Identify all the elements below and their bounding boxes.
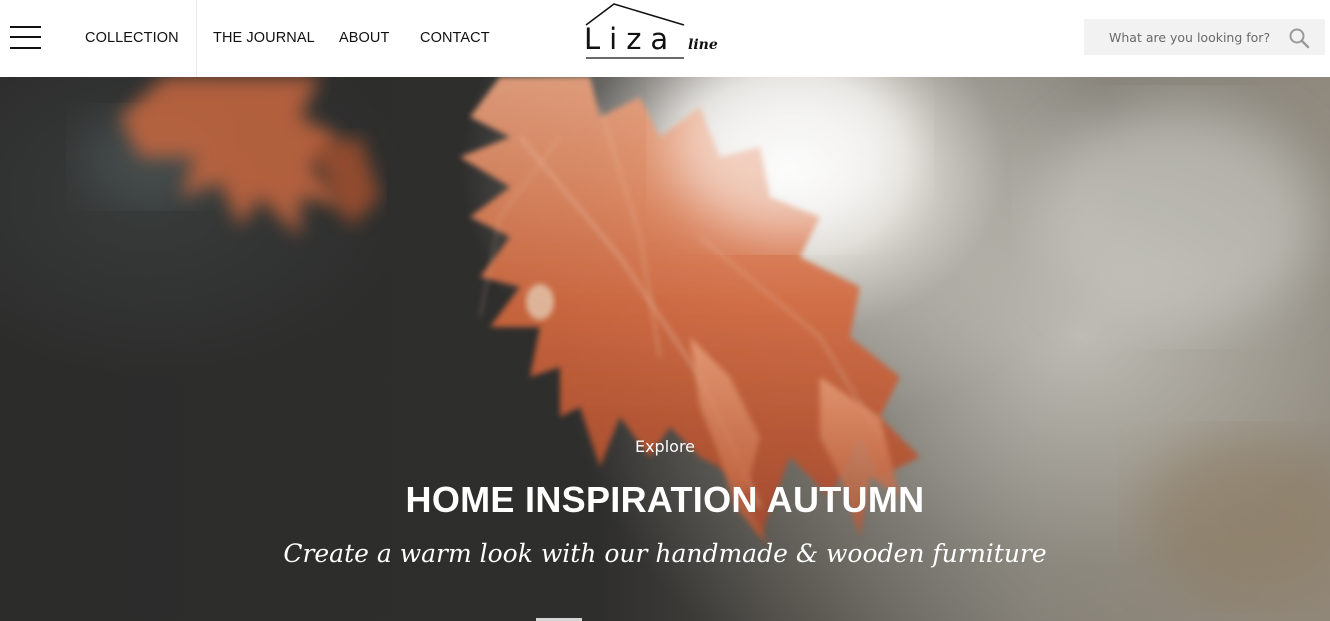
nav-collection-link[interactable]: COLLECTION — [85, 30, 179, 46]
hamburger-menu-icon[interactable] — [10, 26, 42, 50]
site-logo[interactable]: Liza line — [584, 3, 724, 63]
menu-line — [10, 36, 41, 38]
search-box — [1084, 19, 1325, 55]
logo-wordmark: Liza — [584, 22, 678, 56]
hero-kicker: Explore — [634, 437, 696, 456]
nav-about-link[interactable]: ABOUT — [339, 30, 389, 46]
site-header: COLLECTION THE JOURNAL ABOUT CONTACT Liz… — [0, 0, 1330, 77]
logo-subtext: line — [688, 37, 718, 53]
hero-banner: Explore HOME INSPIRATION AUTUMN Create a… — [0, 77, 1330, 621]
nav-contact-link[interactable]: CONTACT — [420, 30, 490, 46]
nav-journal-link[interactable]: THE JOURNAL — [213, 30, 315, 46]
hero-title: HOME INSPIRATION AUTUMN — [405, 479, 925, 520]
hero-subtitle: Create a warm look with our handmade & w… — [283, 539, 1047, 568]
menu-line — [10, 26, 41, 28]
search-icon[interactable] — [1288, 27, 1310, 49]
nav-divider — [196, 0, 197, 77]
search-input[interactable] — [1084, 19, 1284, 55]
menu-line — [10, 47, 41, 49]
